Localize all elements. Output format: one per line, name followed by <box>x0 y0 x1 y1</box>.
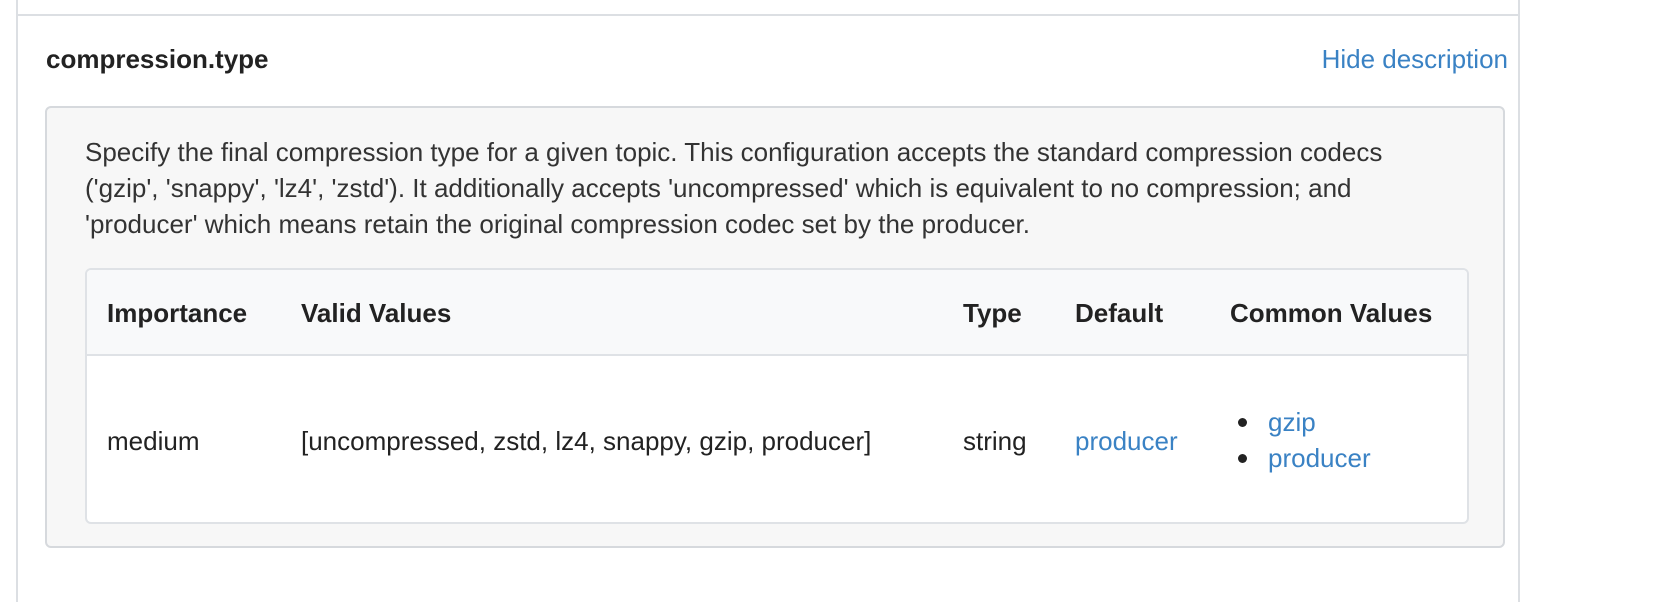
cell-valid-values: [uncompressed, zstd, lz4, snappy, gzip, … <box>301 426 872 456</box>
hide-description-link[interactable]: Hide description <box>1322 44 1508 75</box>
config-card: compression.type Hide description Specif… <box>16 0 1520 602</box>
bullet-icon <box>1238 454 1247 463</box>
config-name: compression.type <box>46 44 269 74</box>
table-header: Importance Valid Values Type Default Com… <box>87 270 1467 356</box>
header-importance: Importance <box>107 298 248 328</box>
page: compression.type Hide description Specif… <box>0 0 1654 602</box>
description-box: Specify the final compression type for a… <box>45 106 1505 548</box>
list-item: gzip <box>1230 404 1371 440</box>
header-valid-values: Valid Values <box>301 298 452 328</box>
cell-default-link[interactable]: producer <box>1075 426 1178 457</box>
bullet-icon <box>1238 418 1247 427</box>
list-item: producer <box>1230 440 1371 476</box>
cell-importance: medium <box>107 426 200 456</box>
cell-type: string <box>963 426 1027 456</box>
config-table: Importance Valid Values Type Default Com… <box>85 268 1469 524</box>
header-common-values: Common Values <box>1230 298 1433 328</box>
common-value-link-gzip[interactable]: gzip <box>1268 407 1316 437</box>
common-value-link-producer[interactable]: producer <box>1268 443 1371 473</box>
card-divider <box>18 14 1518 16</box>
description-text: Specify the final compression type for a… <box>85 137 1383 239</box>
header-default: Default <box>1075 298 1164 328</box>
common-values-list: gzip producer <box>1230 404 1371 476</box>
header-type: Type <box>963 298 1022 328</box>
